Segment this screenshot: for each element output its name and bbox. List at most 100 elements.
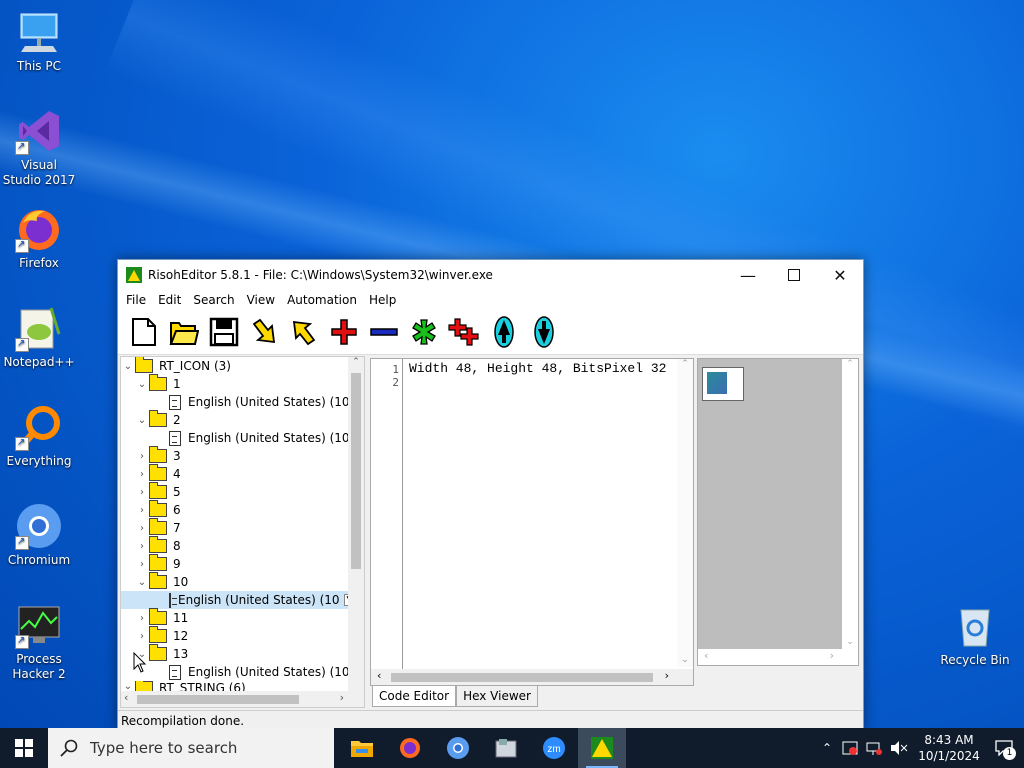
resource-tree[interactable]: ⌄ RT_ICON (3) ⌄ 1 English (United States) … [120, 356, 365, 708]
import-button[interactable] [244, 312, 284, 352]
scroll-left-icon[interactable]: ‹ [377, 669, 381, 682]
desktop-icon-notepadpp[interactable]: Notepad++ [1, 304, 77, 370]
chevron-down-icon[interactable]: ⌄ [121, 681, 135, 691]
maximize-button[interactable] [771, 260, 817, 290]
tree-item[interactable]: English (United States) (1033) [169, 663, 364, 681]
taskbar-zoom[interactable]: zm [530, 728, 578, 768]
chevron-up-icon[interactable]: ⌃ [822, 741, 832, 755]
volume-muted-icon[interactable] [890, 740, 908, 756]
tree-item[interactable]: ⌄ 1 [135, 374, 181, 393]
network-icon[interactable] [866, 740, 882, 756]
export-button[interactable] [284, 312, 324, 352]
taskbar-risoheditor[interactable] [578, 728, 626, 768]
code-text[interactable]: Width 48, Height 48, BitsPixel 32 [409, 361, 674, 376]
desktop-icon-firefox[interactable]: Firefox [1, 205, 77, 271]
modify-resource-button[interactable] [404, 312, 444, 352]
tree-item[interactable]: ⌄ 2 [135, 410, 181, 429]
action-center-button[interactable]: 1 [984, 728, 1024, 768]
chevron-right-icon[interactable]: › [135, 469, 149, 480]
scrollbar-thumb[interactable] [351, 373, 361, 569]
desktop-icon-process-hacker[interactable]: Process Hacker 2 [1, 601, 77, 682]
chevron-down-icon[interactable]: ⌄ [135, 379, 149, 390]
tree-item[interactable]: ⌄ RT_STRING (6) [121, 681, 246, 691]
editor-vertical-scrollbar[interactable]: ⌃ ⌄ [677, 359, 693, 667]
close-button[interactable]: ✕ [817, 260, 863, 290]
scroll-down-icon[interactable]: ⌄ [842, 637, 858, 647]
copy-resource-button[interactable] [444, 312, 484, 352]
delete-resource-button[interactable] [364, 312, 404, 352]
scroll-right-icon[interactable]: › [830, 649, 834, 662]
scroll-up-icon[interactable]: ⌃ [348, 357, 364, 367]
tree-item[interactable]: English (United States) (1033) [169, 429, 364, 447]
security-icon[interactable] [842, 740, 858, 756]
tree-item[interactable]: › 6 [135, 500, 181, 519]
add-resource-button[interactable] [324, 312, 364, 352]
tree-horizontal-scrollbar[interactable]: ‹ › [121, 691, 364, 707]
new-button[interactable] [124, 312, 164, 352]
tree-vertical-scrollbar[interactable]: ⌃ [348, 357, 364, 707]
chevron-right-icon[interactable]: › [135, 631, 149, 642]
tree-item[interactable]: › 3 [135, 446, 181, 465]
tab-hex-viewer[interactable]: Hex Viewer [456, 686, 538, 707]
chevron-right-icon[interactable]: › [135, 505, 149, 516]
start-button[interactable] [0, 728, 48, 768]
scrollbar-thumb[interactable] [137, 695, 299, 704]
chevron-right-icon[interactable]: › [135, 523, 149, 534]
tree-item[interactable]: ⌄ 10 [135, 572, 188, 591]
preview-vertical-scrollbar[interactable]: ⌃ ⌄ [842, 359, 858, 665]
scroll-up-icon[interactable]: ⌃ [677, 359, 693, 369]
chevron-right-icon[interactable]: › [135, 487, 149, 498]
chevron-down-icon[interactable]: ⌄ [135, 577, 149, 588]
chevron-right-icon[interactable]: › [135, 541, 149, 552]
chevron-right-icon[interactable]: › [135, 559, 149, 570]
scrollbar-thumb[interactable] [391, 673, 653, 682]
taskbar-file-explorer[interactable] [338, 728, 386, 768]
move-up-button[interactable] [484, 312, 524, 352]
desktop-icon-everything[interactable]: Everything [1, 403, 77, 469]
editor-horizontal-scrollbar[interactable]: ‹ › [371, 669, 693, 685]
scroll-left-icon[interactable]: ‹ [124, 691, 128, 704]
chevron-right-icon[interactable]: › [135, 451, 149, 462]
minimize-button[interactable]: — [725, 260, 771, 290]
tree-item[interactable]: › 8 [135, 536, 181, 555]
open-button[interactable] [164, 312, 204, 352]
tree-item[interactable]: › 4 [135, 464, 181, 483]
move-down-button[interactable] [524, 312, 564, 352]
menu-file[interactable]: File [120, 293, 152, 307]
chevron-down-icon[interactable]: ⌄ [135, 415, 149, 426]
preview-horizontal-scrollbar[interactable]: ‹ › [698, 649, 858, 665]
taskbar-search-box[interactable]: Type here to search [48, 728, 334, 768]
desktop-icon-this-pc[interactable]: This PC [1, 8, 77, 74]
tree-item[interactable]: English (United States) (1033) [169, 393, 364, 411]
tree-item[interactable]: ⌄ RT_ICON (3) [121, 357, 231, 375]
menu-automation[interactable]: Automation [281, 293, 363, 307]
tree-item[interactable]: › 7 [135, 518, 181, 537]
save-button[interactable] [204, 312, 244, 352]
scroll-down-icon[interactable]: ⌄ [677, 655, 693, 665]
desktop-icon-chromium[interactable]: Chromium [1, 502, 77, 568]
tree-item[interactable]: › 12 [135, 626, 188, 645]
tree-item[interactable]: › 11 [135, 608, 188, 627]
clock[interactable]: 8:43 AM 10/1/2024 [914, 732, 984, 764]
desktop-icon-recycle-bin[interactable]: Recycle Bin [937, 602, 1013, 668]
menu-help[interactable]: Help [363, 293, 402, 307]
tree-item-selected[interactable]: English (United States) (10▼ [121, 591, 357, 609]
menu-edit[interactable]: Edit [152, 293, 187, 307]
scroll-up-icon[interactable]: ⌃ [842, 359, 858, 369]
scroll-left-icon[interactable]: ‹ [704, 649, 708, 662]
taskbar-firefox[interactable] [386, 728, 434, 768]
taskbar-chromium[interactable] [434, 728, 482, 768]
menu-search[interactable]: Search [187, 293, 240, 307]
chevron-right-icon[interactable]: › [135, 613, 149, 624]
scroll-right-icon[interactable]: › [340, 691, 344, 704]
taskbar-app[interactable] [482, 728, 530, 768]
tree-item[interactable]: › 5 [135, 482, 181, 501]
scroll-right-icon[interactable]: › [665, 669, 669, 682]
tree-item[interactable]: › 9 [135, 554, 181, 573]
chevron-down-icon[interactable]: ⌄ [121, 361, 135, 372]
menu-view[interactable]: View [241, 293, 281, 307]
title-bar[interactable]: RisohEditor 5.8.1 - File: C:\Windows\Sys… [118, 260, 863, 290]
code-editor[interactable]: 1 2 Width 48, Height 48, BitsPixel 32 ⌃ … [370, 358, 694, 686]
desktop-icon-visual-studio[interactable]: Visual Studio 2017 [1, 107, 77, 188]
tab-code-editor[interactable]: Code Editor [372, 686, 457, 707]
